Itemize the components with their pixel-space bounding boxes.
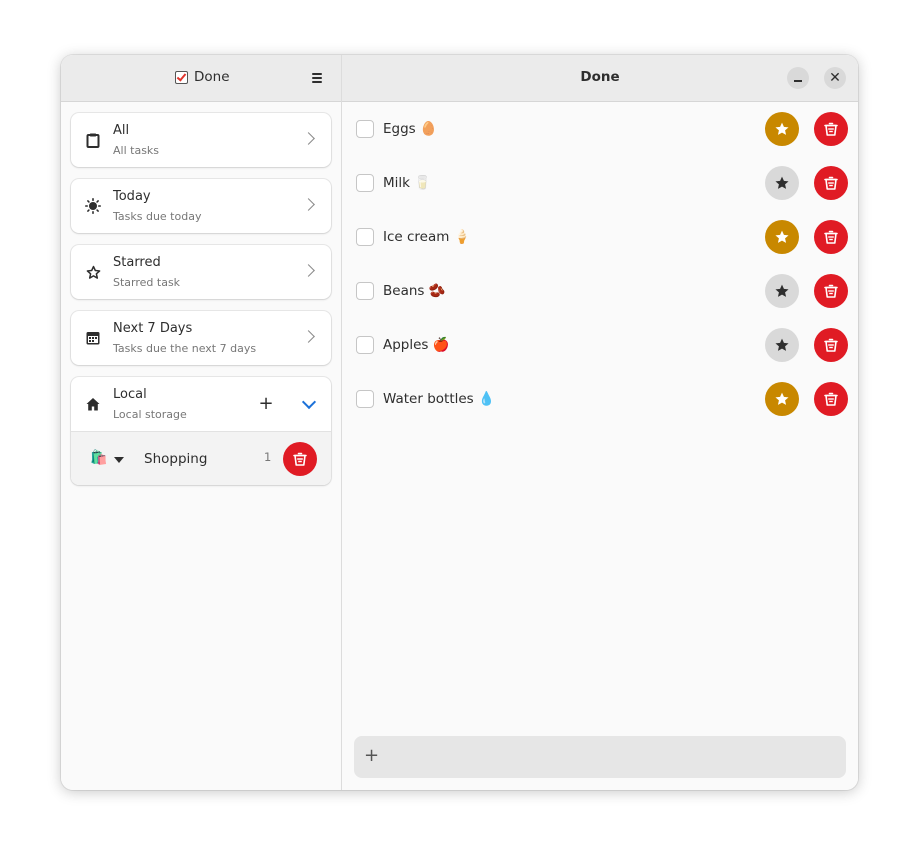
nav-item-next-7-days[interactable]: Next 7 Days Tasks due the next 7 days [71,311,331,365]
app-logo-icon [175,70,188,84]
sidebar: Done All All tasks Today Tasks due today [61,55,342,790]
main-pane: Done ✕ Eggs 🥚 Milk 🥛 Ice cream 🍦 Beans 🫘 App… [342,55,858,790]
task-row: Ice cream 🍦 [342,210,858,264]
star-icon [775,338,789,351]
task-checkbox[interactable] [356,336,374,354]
chevron-right-icon [302,132,315,145]
nav-item-subtitle: Tasks due the next 7 days [113,342,257,355]
star-icon [775,284,789,297]
provider-local: Local Local storage + 🛍️ Shopping 1 [71,377,331,485]
list-name: Shopping [144,451,208,467]
delete-task-button[interactable] [814,220,848,254]
app-title: Done [175,69,230,85]
sun-icon [85,198,101,214]
nav-item-title: Today [113,189,151,204]
emoji-dropdown-icon[interactable] [114,457,124,463]
nav-item-subtitle: All tasks [113,144,160,157]
delete-task-button[interactable] [814,328,848,362]
chevron-right-icon [302,330,315,343]
close-icon: ✕ [829,70,841,86]
delete-task-button[interactable] [814,166,848,200]
favorite-button[interactable] [765,382,799,416]
clipboard-icon [85,132,101,148]
add-task-icon[interactable]: + [364,745,379,767]
task-row: Beans 🫘 [342,264,858,318]
task-row: Milk 🥛 [342,156,858,210]
favorite-button[interactable] [765,328,799,362]
star-icon [775,122,789,135]
hamburger-icon [312,73,322,75]
star-outline-icon [85,264,101,280]
list-task-count: 1 [264,450,272,464]
trash-icon [293,452,307,466]
main-header: Done ✕ [342,55,858,102]
home-icon [85,396,101,412]
provider-subtitle: Local storage [113,408,187,421]
nav-item-title: Next 7 Days [113,321,193,336]
favorite-button[interactable] [765,166,799,200]
nav-item-starred[interactable]: Starred Starred task [71,245,331,299]
task-checkbox[interactable] [356,228,374,246]
task-title[interactable]: Beans 🫘 [383,283,446,299]
task-row: Apples 🍎 [342,318,858,372]
app-window: Done All All tasks Today Tasks due today [61,55,858,790]
sidebar-header: Done [61,55,341,102]
favorite-button[interactable] [765,112,799,146]
nav-item-all[interactable]: All All tasks [71,113,331,167]
favorite-button[interactable] [765,220,799,254]
task-checkbox[interactable] [356,282,374,300]
main-menu-button[interactable] [305,68,329,88]
delete-list-button[interactable] [283,442,317,476]
add-task-bar[interactable]: + [354,736,846,778]
app-title-label: Done [194,69,230,85]
task-title[interactable]: Eggs 🥚 [383,121,437,137]
task-row: Eggs 🥚 [342,102,858,156]
task-checkbox[interactable] [356,120,374,138]
close-button[interactable]: ✕ [824,67,846,89]
calendar-icon [85,330,101,346]
delete-task-button[interactable] [814,112,848,146]
nav-item-title: All [113,123,130,138]
delete-task-button[interactable] [814,382,848,416]
add-list-button[interactable]: + [255,393,277,415]
delete-task-button[interactable] [814,274,848,308]
task-checkbox[interactable] [356,390,374,408]
list-item-shopping[interactable]: 🛍️ Shopping 1 [71,431,331,485]
chevron-down-icon[interactable] [301,394,317,410]
provider-title: Local [113,387,147,402]
task-title[interactable]: Milk 🥛 [383,175,431,191]
star-icon [775,176,789,189]
nav-item-today[interactable]: Today Tasks due today [71,179,331,233]
task-row: Water bottles 💧 [342,372,858,426]
nav-item-subtitle: Tasks due today [113,210,202,223]
task-title[interactable]: Water bottles 💧 [383,391,495,407]
task-title[interactable]: Ice cream 🍦 [383,229,471,245]
favorite-button[interactable] [765,274,799,308]
nav-item-title: Starred [113,255,161,270]
star-icon [775,230,789,243]
page-title: Done [580,69,620,85]
minimize-button[interactable] [787,67,809,89]
chevron-right-icon [302,264,315,277]
nav-item-subtitle: Starred task [113,276,181,289]
list-emoji[interactable]: 🛍️ [90,450,107,466]
chevron-right-icon [302,198,315,211]
task-title[interactable]: Apples 🍎 [383,337,450,353]
task-checkbox[interactable] [356,174,374,192]
star-icon [775,392,789,405]
